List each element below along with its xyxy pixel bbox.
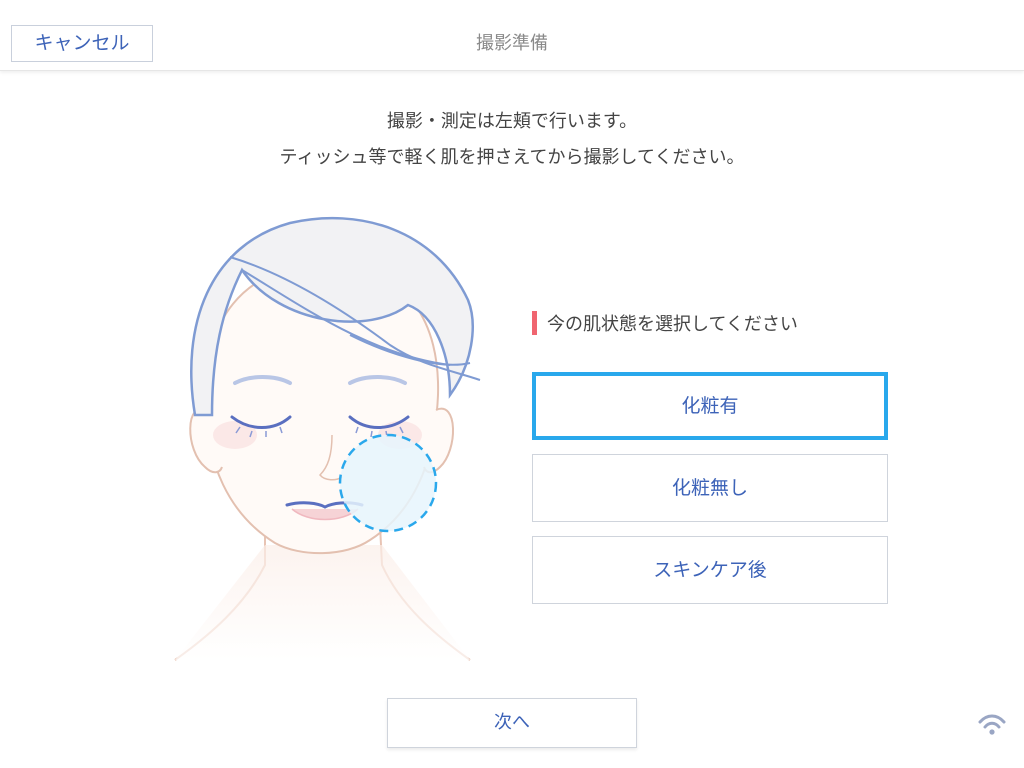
- instructions: 撮影・測定は左頬で行います。 ティッシュ等で軽く肌を押さえてから撮影してください…: [0, 104, 1024, 176]
- cheek-target-circle: [338, 433, 438, 533]
- wifi-icon: [978, 714, 1006, 735]
- skin-state-prompt-text: 今の肌状態を選択してください: [547, 314, 798, 335]
- instruction-line-2: ティッシュ等で軽く肌を押さえてから撮影してください。: [279, 147, 745, 168]
- skin-state-prompt: 今の肌状態を選択してください: [532, 310, 798, 336]
- option-no-makeup[interactable]: 化粧無し: [532, 454, 888, 522]
- option-after-skincare[interactable]: スキンケア後: [532, 536, 888, 604]
- option-with-makeup[interactable]: 化粧有: [532, 372, 888, 440]
- label-marker: [532, 311, 537, 335]
- header-bar: キャンセル 撮影準備: [0, 0, 1024, 71]
- next-button[interactable]: 次へ: [387, 698, 637, 748]
- face-illustration: [174, 216, 481, 661]
- instruction-line-1: 撮影・測定は左頬で行います。: [386, 111, 638, 132]
- page-title: 撮影準備: [476, 33, 548, 54]
